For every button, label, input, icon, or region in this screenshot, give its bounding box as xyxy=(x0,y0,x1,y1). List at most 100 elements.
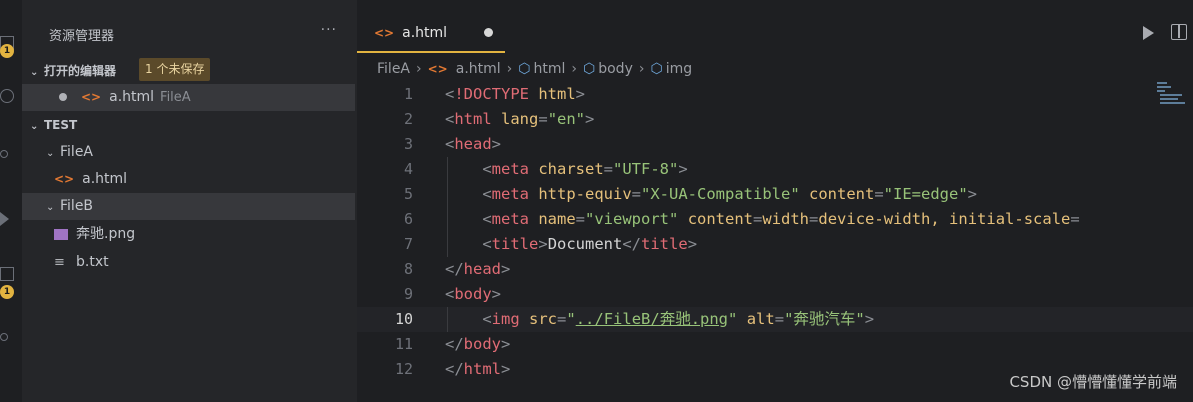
html-icon: <> xyxy=(374,26,395,40)
chevron-down-icon: ⌄ xyxy=(30,121,39,132)
line-number: 9 xyxy=(403,285,413,303)
folder-filea[interactable]: ⌄ FileA xyxy=(22,139,355,166)
open-editor-folder: FileA xyxy=(160,90,191,105)
breadcrumb: FileA › <> a.html › ⬡ html › ⬡ body › ⬡ img xyxy=(377,58,692,80)
folder-label: FileA xyxy=(60,144,94,160)
activity-bar: 1 1 xyxy=(0,0,22,402)
code-text: <body> xyxy=(445,285,502,303)
chevron-right-icon: › xyxy=(571,61,577,77)
watermark: CSDN @懵懵懂懂学前端 xyxy=(1009,373,1177,391)
line-number: 12 xyxy=(394,360,413,378)
line-number: 4 xyxy=(403,160,413,178)
line-number: 3 xyxy=(403,135,413,153)
breadcrumb-item[interactable]: html xyxy=(534,61,566,77)
file-label: b.txt xyxy=(76,254,109,270)
file-label: a.html xyxy=(82,171,128,187)
code-line[interactable]: 4 <meta charset="UTF-8"> xyxy=(357,157,1193,182)
workspace-header[interactable]: ⌄ TEST xyxy=(30,118,77,132)
indent-guide xyxy=(447,157,448,257)
code-line[interactable]: 7 <title>Document</title> xyxy=(357,232,1193,257)
editor-area: <> a.html FileA › <> a.html › ⬡ html › ⬡ body › ⬡ img… xyxy=(357,0,1193,402)
chevron-down-icon: ⌄ xyxy=(46,148,55,159)
source-control-icon[interactable] xyxy=(0,150,8,158)
file-label: 奔驰.png xyxy=(76,226,136,242)
workspace-label: TEST xyxy=(44,118,78,132)
element-icon: ⬡ xyxy=(583,61,596,77)
element-icon: ⬡ xyxy=(650,61,663,77)
code-text: <meta http-equiv="X-UA-Compatible" conte… xyxy=(482,185,978,203)
chevron-right-icon: › xyxy=(416,61,422,77)
file-a-html[interactable]: <> a.html xyxy=(22,166,355,193)
file-image[interactable]: 奔驰.png xyxy=(22,221,355,248)
code-text: </html> xyxy=(445,360,511,378)
unsaved-badge: 1 个未保存 xyxy=(139,58,211,81)
run-debug-icon[interactable] xyxy=(0,212,9,226)
code-line[interactable]: 10 <img src="../FileB/奔驰.png" alt="奔驰汽车"… xyxy=(357,307,1193,332)
explorer-sidebar: 资源管理器 ··· ⌄ 打开的编辑器 1 个未保存 <> a.html FileA ⌄… xyxy=(22,0,357,402)
element-icon: ⬡ xyxy=(518,61,531,77)
file-b-txt[interactable]: ≡ b.txt xyxy=(22,249,355,276)
html-icon: <> xyxy=(427,62,448,76)
minimap[interactable] xyxy=(1155,80,1185,110)
code-editor[interactable]: 1 <!DOCTYPE html> 2 <html lang="en"> 3 <head>… xyxy=(357,82,1193,382)
code-text: <html lang="en"> xyxy=(445,110,595,128)
code-line[interactable]: 1 <!DOCTYPE html> xyxy=(357,82,1193,107)
chevron-down-icon: ⌄ xyxy=(46,202,55,213)
line-number: 2 xyxy=(403,110,413,128)
code-line[interactable]: 2 <html lang="en"> xyxy=(357,107,1193,132)
explorer-badge: 1 xyxy=(0,44,14,58)
breadcrumb-item[interactable]: FileA xyxy=(377,61,410,77)
sidebar-title: 资源管理器 xyxy=(49,29,115,44)
code-text: </body> xyxy=(445,335,511,353)
code-text: <meta name="viewport" content=width=devi… xyxy=(482,210,1080,228)
breadcrumb-item[interactable]: a.html xyxy=(456,61,501,77)
line-number: 8 xyxy=(403,260,413,278)
code-text: <img src="../FileB/奔驰.png" alt="奔驰汽车"> xyxy=(482,310,875,328)
extensions-icon[interactable] xyxy=(0,267,14,281)
code-text: <title>Document</title> xyxy=(482,235,698,253)
code-text: <meta charset="UTF-8"> xyxy=(482,160,688,178)
code-line[interactable]: 3 <head> xyxy=(357,132,1193,157)
tab-a-html[interactable]: <> a.html xyxy=(357,14,505,53)
html-icon: <> xyxy=(81,90,102,104)
code-line[interactable]: 11 </body> xyxy=(357,332,1193,357)
remote-icon[interactable] xyxy=(0,333,8,341)
code-line[interactable]: 6 <meta name="viewport" content=width=de… xyxy=(357,207,1193,232)
run-icon[interactable] xyxy=(1143,26,1154,40)
code-text: </head> xyxy=(445,260,511,278)
indent-guide xyxy=(447,307,448,332)
line-number: 5 xyxy=(403,185,413,203)
html-icon: <> xyxy=(54,172,75,186)
open-editor-item[interactable]: <> a.html FileA xyxy=(22,84,355,111)
open-editors-header[interactable]: ⌄ 打开的编辑器 xyxy=(30,62,116,79)
line-number: 7 xyxy=(403,235,413,253)
extensions-badge: 1 xyxy=(0,285,14,299)
search-icon[interactable] xyxy=(0,89,14,103)
unsaved-dot-icon[interactable] xyxy=(484,28,493,37)
text-file-icon: ≡ xyxy=(54,255,65,270)
line-number: 11 xyxy=(394,335,413,353)
line-number: 10 xyxy=(394,310,413,328)
image-icon xyxy=(54,228,68,240)
split-editor-icon[interactable] xyxy=(1171,24,1187,40)
folder-label: FileB xyxy=(60,198,94,214)
open-editor-file: a.html xyxy=(109,89,155,105)
chevron-down-icon: ⌄ xyxy=(30,67,39,78)
code-text: <!DOCTYPE html> xyxy=(445,85,586,103)
code-line[interactable]: 5 <meta http-equiv="X-UA-Compatible" con… xyxy=(357,182,1193,207)
tab-label: a.html xyxy=(402,25,448,41)
breadcrumb-item[interactable]: img xyxy=(666,61,692,77)
line-number: 1 xyxy=(403,85,413,103)
code-line[interactable]: 8 </head> xyxy=(357,257,1193,282)
unsaved-dot-icon[interactable] xyxy=(59,93,67,101)
line-number: 6 xyxy=(403,210,413,228)
breadcrumb-item[interactable]: body xyxy=(598,61,633,77)
chevron-right-icon: › xyxy=(506,61,513,77)
code-text: <head> xyxy=(445,135,502,153)
code-line[interactable]: 9 <body> xyxy=(357,282,1193,307)
tab-bar: <> a.html xyxy=(357,0,1193,53)
chevron-right-icon: › xyxy=(638,61,645,77)
open-editors-label: 打开的编辑器 xyxy=(44,64,117,78)
folder-fileb[interactable]: ⌄ FileB xyxy=(22,193,355,220)
more-actions-icon[interactable]: ··· xyxy=(321,22,337,38)
